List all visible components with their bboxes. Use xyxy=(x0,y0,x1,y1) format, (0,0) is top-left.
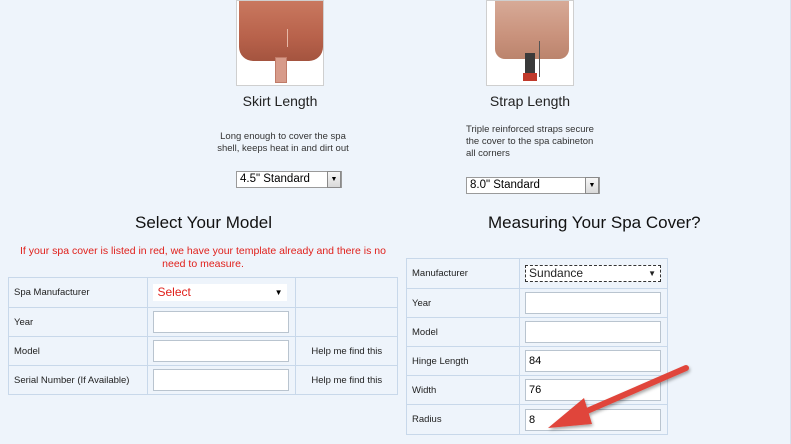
template-note: If your spa cover is listed in red, we h… xyxy=(20,245,386,270)
year-label: Year xyxy=(405,288,521,318)
select-model-title: Select Your Model xyxy=(135,213,273,232)
table-row: Year xyxy=(405,288,668,318)
skirt-length-title: Skirt Length xyxy=(242,93,318,109)
empty-cell xyxy=(295,307,398,337)
table-row: Model Help me find this xyxy=(7,336,398,366)
hinge-length-label: Hinge Length xyxy=(405,346,521,376)
table-row: Manufacturer Sundance ▼ xyxy=(405,258,668,289)
model-input[interactable] xyxy=(525,321,662,343)
manufacturer-label: Manufacturer xyxy=(405,258,521,289)
model-input[interactable] xyxy=(153,340,290,362)
hinge-length-input[interactable]: 84 xyxy=(525,350,662,372)
width-label: Width xyxy=(405,375,521,405)
dropdown-arrow-icon[interactable]: ▼ xyxy=(275,285,283,300)
strap-length-image xyxy=(486,0,574,86)
radius-label: Radius xyxy=(405,404,521,435)
manufacturer-select[interactable]: Sundance ▼ xyxy=(525,265,662,282)
year-input[interactable] xyxy=(525,292,662,314)
table-row: Serial Number (If Available) Help me fin… xyxy=(7,365,398,395)
empty-cell xyxy=(295,277,398,308)
table-row: Year xyxy=(7,307,398,337)
strap-length-title: Strap Length xyxy=(489,93,571,109)
measure-form-table: Manufacturer Sundance ▼ Year Model Hinge… xyxy=(405,258,668,435)
table-row: Radius 8 xyxy=(405,404,668,435)
help-find-model-link[interactable]: Help me find this xyxy=(295,336,398,366)
table-row: Model xyxy=(405,317,668,347)
serial-number-input[interactable] xyxy=(153,369,290,391)
skirt-length-description: Long enough to cover the spa shell, keep… xyxy=(217,131,349,154)
table-row: Hinge Length 84 xyxy=(405,346,668,376)
page: Skirt Length Long enough to cover the sp… xyxy=(0,0,791,444)
year-input[interactable] xyxy=(153,311,290,333)
skirt-length-select[interactable]: 4.5" Standard ▼ xyxy=(236,171,342,188)
model-form-table: Spa Manufacturer Select ▼ Year Model Hel… xyxy=(7,277,398,395)
spa-manufacturer-select[interactable]: Select ▼ xyxy=(153,284,288,301)
spa-manufacturer-label: Spa Manufacturer xyxy=(7,277,149,308)
serial-number-label: Serial Number (If Available) xyxy=(7,365,149,395)
radius-input[interactable]: 8 xyxy=(525,408,662,431)
width-input[interactable]: 76 xyxy=(525,379,662,401)
year-label: Year xyxy=(7,307,149,337)
model-label: Model xyxy=(405,317,521,347)
dropdown-arrow-icon[interactable]: ▼ xyxy=(648,266,656,281)
dropdown-arrow-icon[interactable]: ▼ xyxy=(327,171,341,188)
model-label: Model xyxy=(7,336,149,366)
measuring-title: Measuring Your Spa Cover? xyxy=(488,213,701,232)
table-row: Spa Manufacturer Select ▼ xyxy=(7,277,398,308)
table-row: Width 76 xyxy=(405,375,668,405)
strap-length-description: Triple reinforced straps secure the cove… xyxy=(466,124,594,159)
skirt-length-image xyxy=(236,0,324,86)
dropdown-arrow-icon[interactable]: ▼ xyxy=(585,177,599,194)
help-find-serial-link[interactable]: Help me find this xyxy=(295,365,398,395)
strap-length-select[interactable]: 8.0" Standard ▼ xyxy=(466,177,600,194)
